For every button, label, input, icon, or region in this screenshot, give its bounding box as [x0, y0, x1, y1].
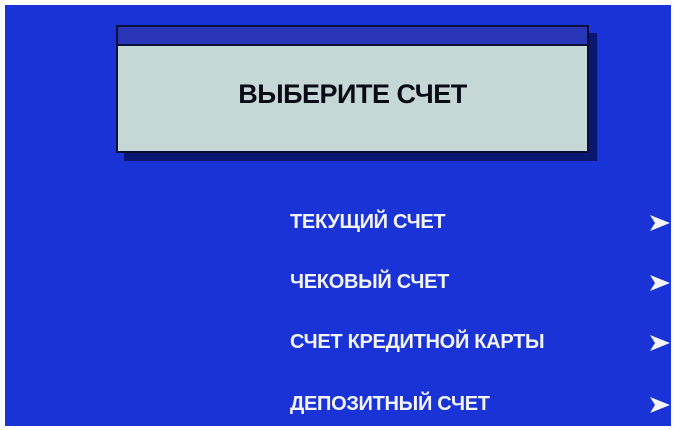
atm-screen: ВЫБЕРИТЕ СЧЕТ ТЕКУЩИЙ СЧЕТ ЧЕКОВЫЙ СЧЕТ …: [5, 5, 671, 426]
arrow-right-icon[interactable]: [649, 396, 671, 414]
arrow-right-icon[interactable]: [649, 334, 671, 352]
menu-item-checking-account[interactable]: ЧЕКОВЫЙ СЧЕТ: [290, 263, 671, 303]
menu-item-credit-card-account[interactable]: СЧЕТ КРЕДИТНОЙ КАРТЫ: [290, 323, 671, 363]
arrow-right-icon[interactable]: [649, 274, 671, 292]
menu-item-deposit-account[interactable]: ДЕПОЗИТНЫЙ СЧЕТ: [290, 385, 671, 425]
menu-item-label: ТЕКУЩИЙ СЧЕТ: [290, 211, 446, 233]
menu-item-label: ЧЕКОВЫЙ СЧЕТ: [290, 271, 450, 293]
menu-item-label: ДЕПОЗИТНЫЙ СЧЕТ: [290, 393, 490, 415]
arrow-right-icon[interactable]: [649, 214, 671, 232]
account-menu: ТЕКУЩИЙ СЧЕТ ЧЕКОВЫЙ СЧЕТ СЧЕТ КРЕДИТНОЙ…: [5, 5, 671, 426]
menu-item-label: СЧЕТ КРЕДИТНОЙ КАРТЫ: [290, 331, 545, 353]
menu-item-current-account[interactable]: ТЕКУЩИЙ СЧЕТ: [290, 203, 671, 243]
